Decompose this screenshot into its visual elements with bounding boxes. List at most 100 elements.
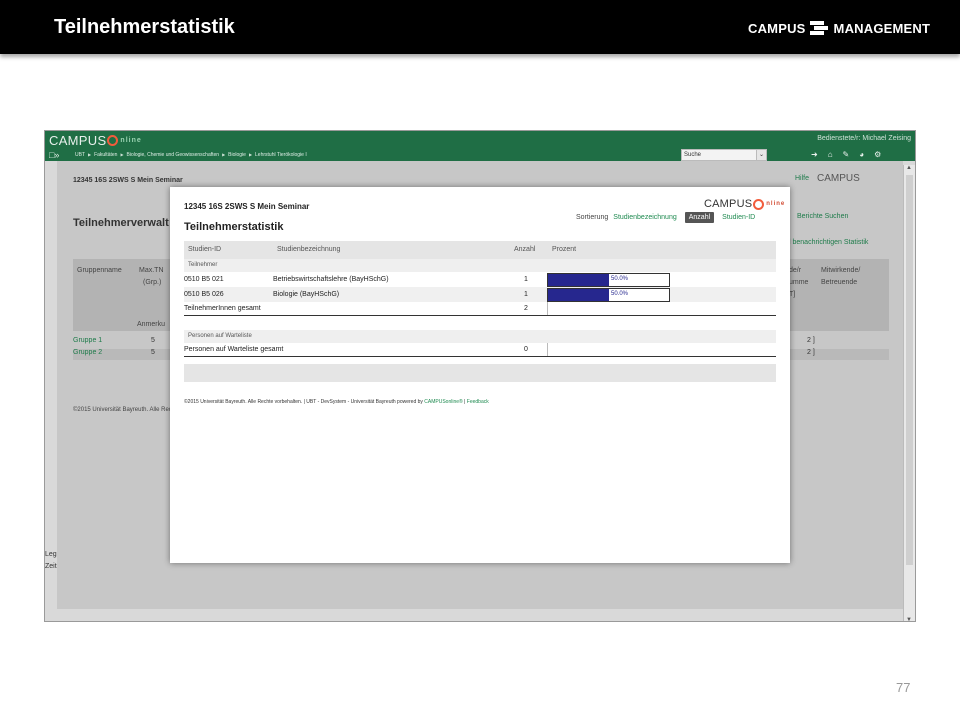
bg-th-summe2: umme: [789, 279, 809, 286]
footer-powered-link[interactable]: CAMPUSonline®: [424, 399, 462, 405]
statistics-table: Studien-ID Studienbezeichnung Anzahl Pro…: [184, 241, 776, 382]
breadcrumb: UBT ▶ Fakultäten ▶ Biologie, Chemie und …: [75, 152, 307, 158]
breadcrumb-item-ubt[interactable]: UBT: [75, 152, 85, 158]
col-header-count: Anzahl: [514, 246, 536, 253]
percent-value: 50.0%: [611, 276, 629, 282]
dashboard-icon[interactable]: ◕: [859, 150, 864, 159]
row-study-id: 0510 B5 021: [184, 276, 224, 283]
logo-campus-text: CAMPUS: [49, 133, 107, 148]
logo-text-management: MANAGEMENT: [833, 20, 931, 36]
bg-th-betreuende: Betreuende: [821, 279, 858, 286]
slide-header: Teilnehmerstatistik CAMPUS MANAGEMENT: [0, 0, 960, 54]
column-divider: [547, 302, 548, 315]
row-study-id: 0510 B5 026: [184, 291, 224, 298]
bg-seminar-title: 12345 16S 2SWS S Mein Seminar: [73, 177, 183, 184]
tools-icon[interactable]: ⚙: [874, 150, 881, 159]
bg-th-maxtn: Max.TN: [139, 267, 164, 274]
nav-row: □» UBT ▶ Fakultäten ▶ Biologie, Chemie u…: [45, 148, 915, 161]
table-header: Studien-ID Studienbezeichnung Anzahl Pro…: [184, 241, 776, 259]
row-study-name: Biologie (BayHSchG): [273, 291, 340, 298]
page-number: 77: [896, 680, 911, 695]
section-waitlist: Personen auf Warteliste: [184, 330, 776, 343]
edit-icon[interactable]: ✎: [843, 150, 850, 159]
footer-feedback-link[interactable]: Feedback: [467, 399, 489, 405]
section-participants: Teilnehmer: [184, 259, 776, 272]
bg-logo-campus: CAMPUS: [817, 173, 860, 184]
sort-label: Sortierung: [576, 214, 609, 221]
participants-total-row: TeilnehmerInnen gesamt 2: [184, 302, 776, 316]
nav-toggle-icon[interactable]: □»: [49, 150, 75, 160]
participants-total-label: TeilnehmerInnen gesamt: [184, 305, 261, 312]
bg-help-link[interactable]: Hilfe: [795, 175, 809, 182]
section-waitlist-label: Personen auf Warteliste: [188, 333, 252, 339]
bg-campusonline-logo: CAMPUS: [817, 173, 860, 184]
scroll-up-icon[interactable]: ▲: [906, 165, 912, 171]
popup-footer: ©2015 Universität Bayreuth. Alle Rechte …: [184, 399, 489, 405]
campusonline-logo[interactable]: CAMPUS nline: [49, 133, 142, 148]
col-header-name: Studienbezeichnung: [277, 246, 341, 253]
bg-group-max: 5: [151, 349, 155, 356]
participants-total-count: 2: [524, 305, 528, 312]
percent-bar: [548, 274, 609, 286]
logout-icon[interactable]: ➜: [811, 150, 818, 159]
sort-by-count-button[interactable]: Anzahl: [684, 212, 715, 223]
slide-title: Teilnehmerstatistik: [54, 16, 235, 38]
home-icon[interactable]: ⌂: [828, 150, 833, 159]
logo-mark-icon: [809, 21, 828, 35]
popup-title: Teilnehmerstatistik: [184, 221, 284, 233]
bg-group-link[interactable]: Gruppe 1: [73, 337, 102, 344]
breadcrumb-item-biologie[interactable]: Biologie: [228, 152, 246, 158]
breadcrumb-item-lehrstuhl[interactable]: Lehrstuhl Tierökologie I: [255, 152, 307, 158]
bg-time-label: Zeit: [45, 563, 57, 570]
waitlist-total-label: Personen auf Warteliste gesamt: [184, 346, 284, 353]
waitlist-total-row: Personen auf Warteliste gesamt 0: [184, 343, 776, 357]
logo-o-icon: [107, 135, 119, 146]
section-participants-label: Teilnehmer: [188, 262, 218, 268]
col-header-id: Studien-ID: [188, 246, 222, 253]
breadcrumb-sep-icon: ▶: [248, 152, 253, 157]
popup-seminar-title: 12345 16S 2SWS S Mein Seminar: [184, 202, 310, 211]
bg-report-links[interactable]: Berichte Suchen: [797, 213, 848, 220]
bg-notify-links[interactable]: l benachrichtigen Statistik: [789, 239, 868, 246]
scrollbar-thumb[interactable]: [906, 175, 913, 565]
top-icon-bar: ➜ ⌂ ✎ ◕ ⚙: [811, 150, 881, 159]
table-footer-bar: [184, 364, 776, 382]
bg-th-grp: (Grp.): [143, 279, 162, 286]
bg-legend-label: Leg: [45, 551, 57, 558]
popup-campusonline-logo: CAMPUS nline: [704, 198, 785, 210]
statistics-popup: 12345 16S 2SWS S Mein Seminar Teilnehmer…: [170, 187, 790, 563]
logo-o-icon: [753, 198, 765, 210]
bg-th-mitwirkende: Mitwirkende/: [821, 267, 861, 274]
percent-bar-cell: 50.0%: [547, 273, 670, 287]
scroll-down-icon[interactable]: ▼: [906, 617, 912, 621]
row-count: 1: [524, 291, 528, 298]
bg-th-group: Gruppenname: [77, 267, 122, 274]
bg-group-rest: 2 ]: [807, 349, 815, 356]
breadcrumb-item-fakultaeten[interactable]: Fakultäten: [94, 152, 117, 158]
vertical-scrollbar[interactable]: ▲ ▼: [903, 165, 915, 621]
table-row: 0510 B5 026 Biologie (BayHSchG) 1 50.0%: [184, 287, 776, 302]
bg-group-max: 5: [151, 337, 155, 344]
bg-group-rest: 2 ]: [807, 337, 815, 344]
campus-management-logo: CAMPUS MANAGEMENT: [748, 18, 930, 38]
bg-th-summe1: de/r: [789, 267, 802, 274]
search-select[interactable]: Suche ⌄: [681, 149, 767, 161]
search-select-value: Suche: [684, 152, 702, 158]
popup-logo-online: nline: [766, 201, 786, 207]
bg-page-title: Teilnehmerverwalt: [73, 217, 169, 229]
percent-bar: [548, 289, 609, 301]
sort-by-id-link[interactable]: Studien-ID: [722, 214, 755, 221]
waitlist-total-count: 0: [524, 346, 528, 353]
table-row: 0510 B5 021 Betriebswirtschaftslehre (Ba…: [184, 272, 776, 287]
row-study-name: Betriebswirtschaftslehre (BayHSchG): [273, 276, 389, 283]
column-divider: [547, 343, 548, 356]
percent-value: 50.0%: [611, 291, 629, 297]
popup-logo-campus: CAMPUS: [704, 198, 753, 210]
presentation-slide: Teilnehmerstatistik CAMPUS MANAGEMENT CA…: [0, 0, 960, 720]
chevron-down-icon[interactable]: ⌄: [756, 150, 766, 160]
breadcrumb-item-fakultaet[interactable]: Biologie, Chemie und Geowissenschaften: [127, 152, 220, 158]
bg-group-link[interactable]: Gruppe 2: [73, 349, 102, 356]
sort-by-name-link[interactable]: Studienbezeichnung: [613, 214, 676, 221]
row-count: 1: [524, 276, 528, 283]
